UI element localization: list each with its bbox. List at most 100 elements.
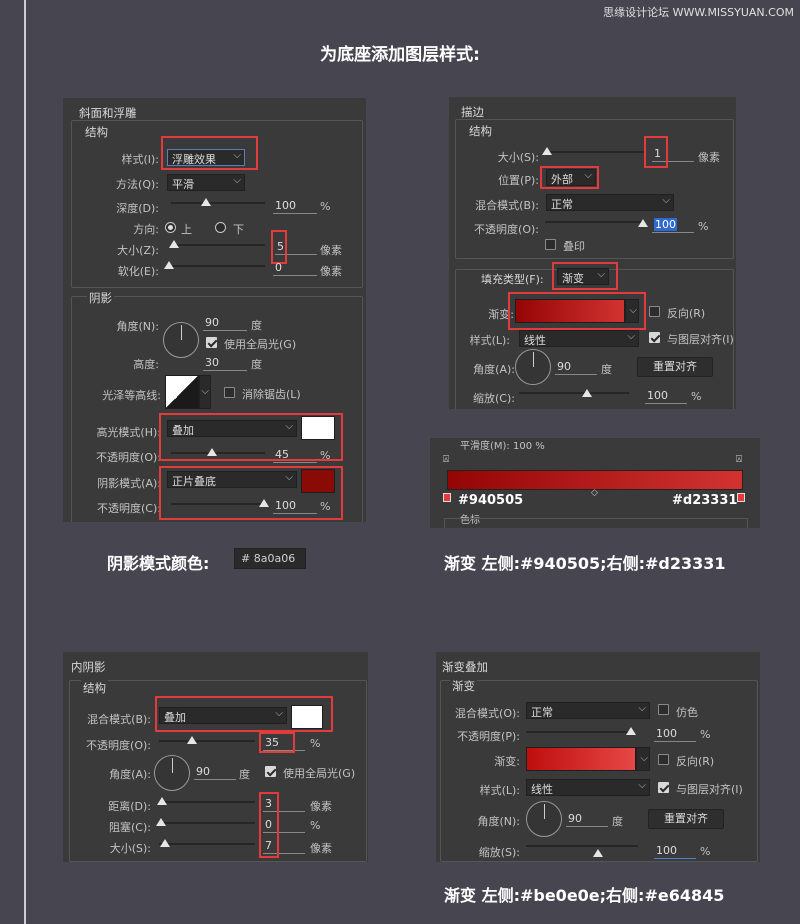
blend-mode-label: 混合模式(B): [87,713,151,726]
opacity-slider-knob[interactable] [626,727,636,735]
inner-shadow-color-swatch[interactable] [291,705,323,729]
direction-up-radio[interactable] [165,222,176,233]
depth-value[interactable]: 100 [273,199,317,214]
position-dropdown[interactable]: 外部 ⌵ [546,169,596,186]
scale-value[interactable]: 100 [645,389,687,404]
global-light-checkbox[interactable] [206,337,217,348]
dither-checkbox[interactable] [658,704,669,715]
choke-slider-knob[interactable] [156,818,166,826]
global-light-checkbox[interactable] [265,766,276,777]
highlight-mode-dropdown[interactable]: 叠加 ⌵ [167,420,297,437]
highlight-opacity-knob[interactable] [207,448,217,456]
blend-mode-dropdown[interactable]: 正常 ⌵ [526,702,650,719]
size-value[interactable]: 7 [263,839,305,854]
gradient-style-dropdown[interactable]: 线性 ⌵ [519,330,639,347]
size-slider-knob[interactable] [160,839,170,847]
reset-align-button[interactable]: 重置对齐 [648,809,724,829]
opacity-slider-track[interactable] [545,221,645,223]
opacity-stop-left[interactable]: ⍓ [443,454,449,465]
shadow-opacity-value[interactable]: 100 [273,499,317,514]
opacity-value[interactable]: 35 [263,736,305,751]
scale-value[interactable]: 100 [654,844,696,859]
gradient-swatch[interactable] [526,747,636,771]
blend-mode-dropdown[interactable]: 正常 ⌵ [546,194,674,211]
distance-value[interactable]: 3 [263,797,305,812]
soften-value[interactable]: 0 [273,261,317,276]
scale-slider-track[interactable] [526,845,638,847]
angle-dial[interactable] [154,755,190,791]
scale-slider-track[interactable] [519,392,629,394]
size-value[interactable]: 1 [652,147,694,162]
altitude-label: 高度: [133,358,159,371]
scale-slider-knob[interactable] [582,389,592,397]
angle-dial[interactable] [515,349,551,385]
method-dropdown[interactable]: 平滑 ⌵ [167,174,245,191]
gloss-contour-dropdown[interactable]: ⌵ [199,375,211,409]
angle-value[interactable]: 90 [566,812,608,827]
angle-value[interactable]: 90 [555,360,597,375]
chevron-down-icon: ⌵ [627,331,635,342]
size-value[interactable]: 5 [275,240,317,255]
size-slider-track[interactable] [545,151,645,153]
opacity-label: 不透明度(P): [457,730,520,743]
reverse-checkbox[interactable] [658,754,669,765]
shadow-opacity-track[interactable] [171,503,265,505]
distance-slider-knob[interactable] [157,797,167,805]
fill-type-dropdown[interactable]: 渐变 ⌵ [557,268,609,285]
align-layer-checkbox[interactable] [649,332,660,343]
color-stop-left[interactable] [443,493,451,502]
soften-slider-knob[interactable] [164,261,174,269]
overprint-checkbox[interactable] [545,239,556,250]
opacity-value[interactable]: 100 [652,218,694,233]
midpoint-diamond[interactable]: ◇ [591,488,598,498]
shadow-mode-dropdown[interactable]: 正片叠底 ⌵ [167,471,297,488]
gradient-dropdown[interactable]: ⌵ [636,747,650,771]
altitude-value[interactable]: 30 [203,356,247,371]
choke-value[interactable]: 0 [263,818,305,833]
angle-label: 角度(A): [473,363,515,376]
color-stop-right[interactable] [737,493,745,502]
opacity-slider-knob[interactable] [638,219,648,227]
opacity-label: 不透明度(O): [474,223,539,236]
opacity-slider-track[interactable] [159,740,255,742]
style-dropdown[interactable]: 浮雕效果 ⌵ [167,149,245,166]
antialias-checkbox[interactable] [224,387,235,398]
angle-dial[interactable] [163,322,199,358]
soften-slider-track[interactable] [171,265,265,267]
direction-down-radio[interactable] [215,222,226,233]
scale-label: 缩放(S): [478,846,520,859]
scale-slider-knob[interactable] [593,849,603,857]
opacity-value[interactable]: 100 [654,727,696,742]
distance-slider-track[interactable] [159,801,255,803]
gradient-swatch[interactable] [515,299,625,323]
blend-mode-dropdown[interactable]: 叠加 ⌵ [159,707,287,724]
gradient-ramp[interactable] [447,470,743,490]
depth-slider-track[interactable] [171,202,265,204]
angle-value[interactable]: 90 [203,316,247,331]
chevron-down-icon: ⌵ [285,421,293,432]
size-slider-track[interactable] [171,244,265,246]
align-layer-checkbox[interactable] [658,782,669,793]
depth-unit: % [320,200,331,213]
size-slider-knob[interactable] [169,240,179,248]
angle-value[interactable]: 90 [194,765,236,780]
shadow-opacity-knob[interactable] [259,499,269,507]
opacity-slider-track[interactable] [526,731,632,733]
highlight-color-swatch[interactable] [301,416,335,440]
size-slider-track[interactable] [159,843,255,845]
size-slider-knob[interactable] [542,147,552,155]
angle-dial[interactable] [526,801,562,837]
gradient-style-dropdown[interactable]: 线性 ⌵ [526,779,650,796]
shadow-color-swatch[interactable] [301,469,335,493]
opacity-stop-right[interactable]: ⍓ [736,454,742,465]
opacity-slider-knob[interactable] [187,736,197,744]
highlight-opacity-value[interactable]: 45 [273,448,317,463]
choke-slider-track[interactable] [159,822,255,824]
gloss-contour-preview[interactable] [165,375,199,409]
highlight-opacity-label: 不透明度(O): [96,451,161,464]
depth-slider-knob[interactable] [201,198,211,206]
gradient-dropdown[interactable]: ⌵ [625,299,639,323]
reverse-checkbox[interactable] [649,306,660,317]
reset-align-button[interactable]: 重置对齐 [637,357,713,377]
highlight-opacity-track[interactable] [171,452,265,454]
